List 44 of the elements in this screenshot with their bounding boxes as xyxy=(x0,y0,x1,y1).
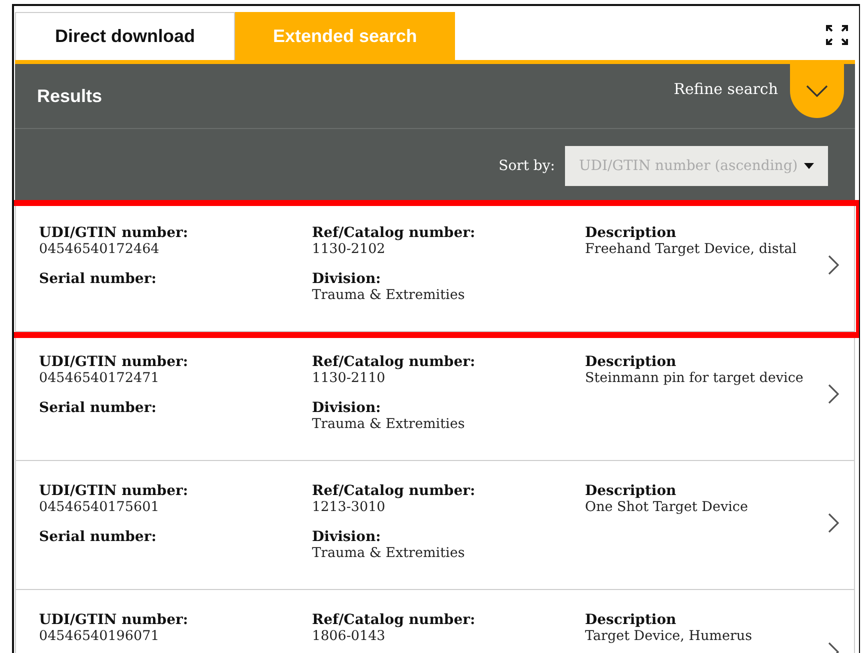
refine-search-toggle[interactable] xyxy=(790,64,844,118)
fullscreen-icon[interactable] xyxy=(825,24,849,46)
field-value: One Shot Target Device xyxy=(585,499,749,515)
field-value: Freehand Target Device, distal xyxy=(585,241,798,257)
chevron-right-icon[interactable] xyxy=(828,384,840,404)
field-label: UDI/GTIN number: xyxy=(39,612,190,628)
chevron-right-icon[interactable] xyxy=(828,513,840,533)
sort-label: Sort by: xyxy=(498,158,555,174)
tab[interactable]: Direct download xyxy=(15,12,235,60)
field-value: 1213-3010 xyxy=(312,499,386,515)
field-label: Division: xyxy=(312,529,382,545)
field-label: Division: xyxy=(312,400,382,416)
field-label: UDI/GTIN number: xyxy=(39,354,190,370)
field-value: 1806-0143 xyxy=(312,628,386,644)
field-value: Trauma & Extremities xyxy=(312,287,466,303)
field-value: 1130-2110 xyxy=(312,370,386,386)
field-value: 04546540172464 xyxy=(39,241,160,257)
field-label: Serial number: xyxy=(39,400,158,416)
field-value: Trauma & Extremities xyxy=(312,416,466,432)
field-label: Serial number: xyxy=(39,271,158,287)
field-value: Steinmann pin for target device xyxy=(585,370,804,386)
field-value: 04546540172471 xyxy=(39,370,160,386)
refine-search-label: Refine search xyxy=(674,80,778,98)
field-value: Trauma & Extremities xyxy=(312,545,466,561)
field-label: Ref/Catalog number: xyxy=(312,354,476,370)
chevron-right-icon[interactable] xyxy=(828,255,840,275)
chevron-down-icon xyxy=(806,85,828,97)
field-label: Description xyxy=(585,225,678,241)
field-label: Division: xyxy=(312,271,382,287)
field-label: Description xyxy=(585,483,678,499)
caret-icon xyxy=(804,163,814,169)
field-label: Ref/Catalog number: xyxy=(312,483,476,499)
field-label: Ref/Catalog number: xyxy=(312,612,476,628)
field-label: Description xyxy=(585,354,678,370)
field-label: Description xyxy=(585,612,678,628)
field-label: Serial number: xyxy=(39,529,158,545)
field-value: 04546540175601 xyxy=(39,499,160,515)
field-label: UDI/GTIN number: xyxy=(39,483,190,499)
field-label: UDI/GTIN number: xyxy=(39,225,190,241)
field-value: Target Device, Humerus xyxy=(585,628,754,644)
results-title: Results xyxy=(37,86,102,107)
field-label: Ref/Catalog number: xyxy=(312,225,476,241)
field-value: 1130-2102 xyxy=(312,241,386,257)
field-value: 04546540196071 xyxy=(39,628,160,644)
